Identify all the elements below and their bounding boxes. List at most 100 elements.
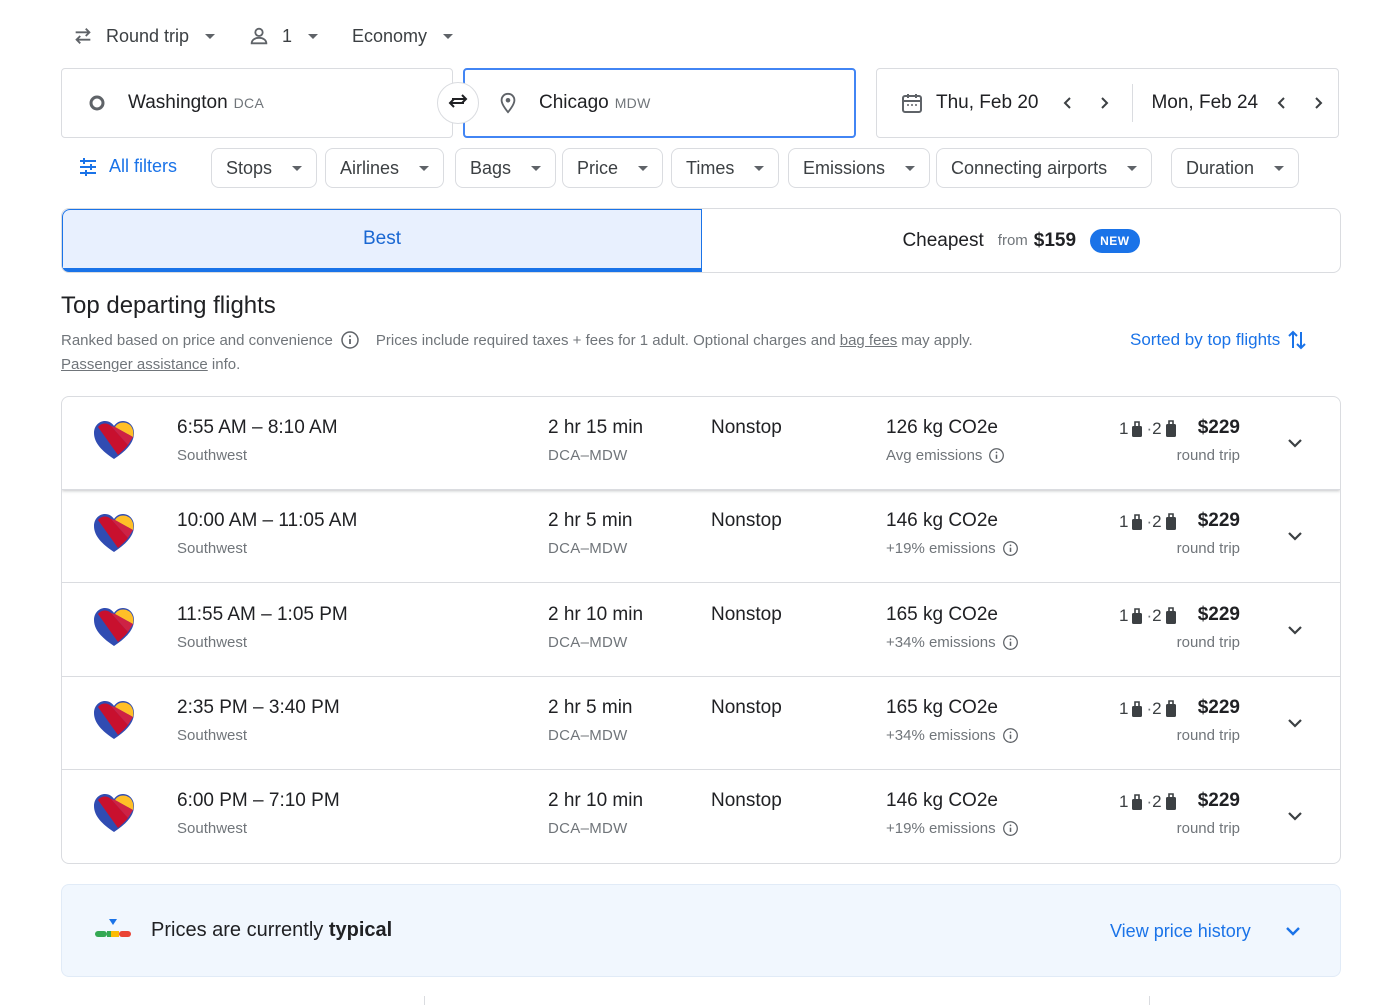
checked-bag-icon <box>1165 700 1176 717</box>
carry-on-bag-icon <box>1132 794 1143 810</box>
date-divider <box>1132 84 1134 122</box>
southwest-heart-logo <box>92 606 136 653</box>
info-icon[interactable] <box>340 330 360 350</box>
info-icon[interactable] <box>1002 820 1019 837</box>
flight-co2: 146 kg CO2e <box>886 510 998 531</box>
bags-info: 1 · 2 <box>1119 606 1177 626</box>
caret-down-icon <box>905 165 916 171</box>
checked-count: 2 <box>1152 792 1162 811</box>
trip-type-select[interactable]: Round trip <box>72 22 216 50</box>
price-insight-text: Prices are currently typical <box>151 919 392 942</box>
carry-on-count: 1 <box>1119 606 1129 625</box>
checked-count: 2 <box>1152 419 1162 438</box>
results-subtitle: Ranked based on price and convenience Pr… <box>61 330 973 350</box>
info-icon[interactable] <box>988 447 1005 464</box>
destination-code: MDW <box>614 95 651 111</box>
filter-chip-price[interactable]: Price <box>562 148 664 188</box>
checked-count: 2 <box>1152 512 1162 531</box>
filter-chip-stops[interactable]: Stops <box>211 148 318 188</box>
expand-chevron-down-icon[interactable] <box>1284 619 1306 641</box>
cabin-label: Economy <box>352 25 428 46</box>
chevron-left-icon[interactable] <box>1272 93 1292 113</box>
flight-times: 6:55 AM – 8:10 AM <box>177 417 338 438</box>
flight-stops: Nonstop <box>711 604 782 625</box>
swap-arrows-icon <box>448 94 468 108</box>
cabin-select[interactable]: Economy <box>352 22 454 50</box>
bag-fees-link[interactable]: bag fees <box>840 332 898 349</box>
filter-sliders-icon <box>80 157 96 176</box>
caret-down-icon <box>638 165 649 171</box>
flight-row[interactable]: 6:00 PM – 7:10 PM Southwest 2 hr 10 min DCA… <box>62 770 1340 863</box>
chevron-right-icon[interactable] <box>1094 93 1114 113</box>
info-icon[interactable] <box>1002 727 1019 744</box>
flight-co2: 126 kg CO2e <box>886 417 998 438</box>
caret-down-icon <box>292 165 303 171</box>
checked-bag-icon <box>1165 513 1176 530</box>
chevron-right-icon[interactable] <box>1308 93 1328 113</box>
checked-bag-icon <box>1165 793 1176 810</box>
caret-down-icon <box>308 33 319 39</box>
expand-chevron-down-icon[interactable] <box>1284 805 1306 827</box>
airline-name: Southwest <box>177 540 248 557</box>
trip-type-note: round trip <box>1176 540 1240 557</box>
all-filters-button[interactable]: All filters <box>78 156 177 177</box>
flight-co2: 146 kg CO2e <box>886 790 998 811</box>
chevron-left-icon[interactable] <box>1058 93 1078 113</box>
checked-count: 2 <box>1152 606 1162 625</box>
new-badge: NEW <box>1090 228 1140 253</box>
passenger-assistance-link[interactable]: Passenger assistance <box>61 356 208 373</box>
flight-stops: Nonstop <box>711 510 782 531</box>
date-field[interactable]: Thu, Feb 20 Mon, Feb 24 <box>876 68 1339 138</box>
flight-row[interactable]: 11:55 AM – 1:05 PM Southwest 2 hr 10 min DC… <box>62 584 1340 677</box>
passengers-select[interactable]: 1 <box>248 22 319 50</box>
ranked-text: Ranked based on price and convenience <box>61 331 333 349</box>
flight-stops: Nonstop <box>711 790 782 811</box>
tab-cheapest-price: $159 <box>1033 229 1077 251</box>
filter-chip-times[interactable]: Times <box>671 148 780 188</box>
flight-times: 6:00 PM – 7:10 PM <box>177 790 340 811</box>
chip-label: Bags <box>470 157 512 178</box>
expand-chevron-down-icon[interactable] <box>1284 432 1306 454</box>
swap-button[interactable] <box>437 82 479 124</box>
swap-arrows-icon <box>75 28 91 44</box>
tab-cheapest-label: Cheapest <box>902 229 984 251</box>
flight-row[interactable]: 2:35 PM – 3:40 PM Southwest 2 hr 5 min DCA–… <box>62 677 1340 770</box>
origin-field[interactable]: Washington DCA <box>61 68 453 138</box>
flight-row[interactable]: 6:55 AM – 8:10 AM Southwest 2 hr 15 min DCA… <box>62 397 1340 490</box>
southwest-heart-logo <box>92 792 136 839</box>
info-icon[interactable] <box>1002 634 1019 651</box>
filter-chip-airlines[interactable]: Airlines <box>325 148 445 188</box>
tab-best-label: Best <box>362 228 402 249</box>
all-filters-label: All filters <box>109 156 178 176</box>
destination-field[interactable]: Chicago MDW <box>463 68 856 138</box>
airline-name: Southwest <box>177 634 248 651</box>
flight-price: $229 <box>1197 697 1240 718</box>
passenger-assistance-line: Passenger assistance info. <box>61 356 240 373</box>
sort-label: Sorted by top flights <box>1130 330 1281 349</box>
chip-label: Duration <box>1186 157 1255 178</box>
flight-row[interactable]: 10:00 AM – 11:05 AM Southwest 2 hr 5 min DC… <box>62 490 1340 583</box>
filter-chip-duration[interactable]: Duration <box>1171 148 1300 188</box>
expand-chevron-down-icon[interactable] <box>1284 525 1306 547</box>
filter-chip-bags[interactable]: Bags <box>455 148 557 188</box>
price-bars-icon <box>95 919 131 937</box>
view-price-history-link[interactable]: View price history <box>1110 921 1251 942</box>
info-icon[interactable] <box>1002 540 1019 557</box>
flight-price: $229 <box>1197 604 1240 625</box>
trip-type-note: round trip <box>1176 727 1240 744</box>
sort-button[interactable]: Sorted by top flights <box>1130 328 1308 352</box>
flight-times: 10:00 AM – 11:05 AM <box>177 510 358 531</box>
chevron-down-icon[interactable] <box>1282 920 1304 942</box>
flight-duration: 2 hr 10 min <box>548 790 644 811</box>
tab-best[interactable]: Best <box>62 209 702 272</box>
expand-chevron-down-icon[interactable] <box>1284 712 1306 734</box>
emissions-text: +19% emissions <box>886 820 996 837</box>
flight-duration: 2 hr 5 min <box>548 510 633 531</box>
filter-chip-connecting-airports[interactable]: Connecting airports <box>936 148 1153 188</box>
emissions-label: Avg emissions <box>886 447 1005 464</box>
flight-times: 11:55 AM – 1:05 PM <box>177 604 348 625</box>
bags-info: 1 · 2 <box>1119 512 1177 532</box>
filter-chip-emissions[interactable]: Emissions <box>788 148 931 188</box>
tab-cheapest[interactable]: Cheapest from $159 NEW <box>702 209 1340 272</box>
price-insight: Prices are currently typical View price … <box>61 884 1341 977</box>
